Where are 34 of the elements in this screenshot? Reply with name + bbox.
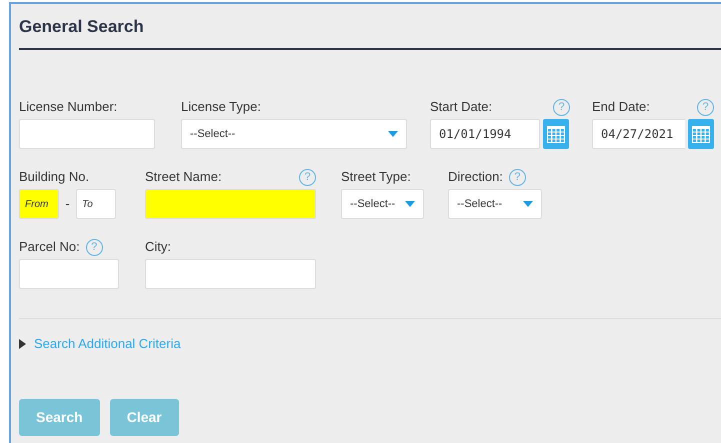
caret-icon — [405, 201, 415, 207]
caret-icon — [523, 201, 533, 207]
help-button[interactable]: ? — [299, 168, 316, 186]
help-button[interactable]: ? — [508, 168, 526, 186]
page-title: General Search — [19, 17, 144, 36]
field-label: End Date: — [592, 98, 650, 116]
input-field[interactable] — [19, 259, 119, 289]
date-field[interactable]: 04/27/2021 — [592, 119, 685, 149]
help-button[interactable]: ? — [553, 98, 570, 116]
caret-icon — [388, 131, 398, 137]
help-button[interactable]: ? — [86, 238, 103, 256]
field-label: City: — [145, 238, 171, 256]
input-field[interactable] — [145, 259, 316, 289]
range-separator: - — [64, 195, 71, 214]
date-field[interactable]: 01/01/1994 — [430, 119, 540, 149]
input-field[interactable] — [145, 189, 316, 219]
field-label: Street Name: — [145, 168, 222, 186]
field-label: Building No. — [19, 168, 90, 186]
field-label: Direction: — [448, 168, 503, 186]
select-dropdown[interactable]: --Select-- — [341, 189, 424, 219]
calendar-icon[interactable] — [543, 119, 569, 149]
field-label: Street Type: — [341, 168, 411, 186]
input-field[interactable]: To — [76, 189, 116, 219]
select-dropdown[interactable]: --Select-- — [181, 119, 407, 149]
calendar-icon[interactable] — [688, 119, 714, 149]
input-field[interactable]: From — [19, 189, 59, 219]
field-label: Parcel No: — [19, 238, 80, 256]
select-dropdown[interactable]: --Select-- — [448, 189, 542, 219]
field-label: License Number: — [19, 98, 118, 116]
field-label: Start Date: — [430, 98, 492, 116]
field-label: License Type: — [181, 98, 261, 116]
help-button[interactable]: ? — [697, 98, 714, 116]
additional-criteria-link[interactable]: Search Additional Criteria — [34, 334, 181, 354]
input-field[interactable] — [19, 119, 155, 149]
